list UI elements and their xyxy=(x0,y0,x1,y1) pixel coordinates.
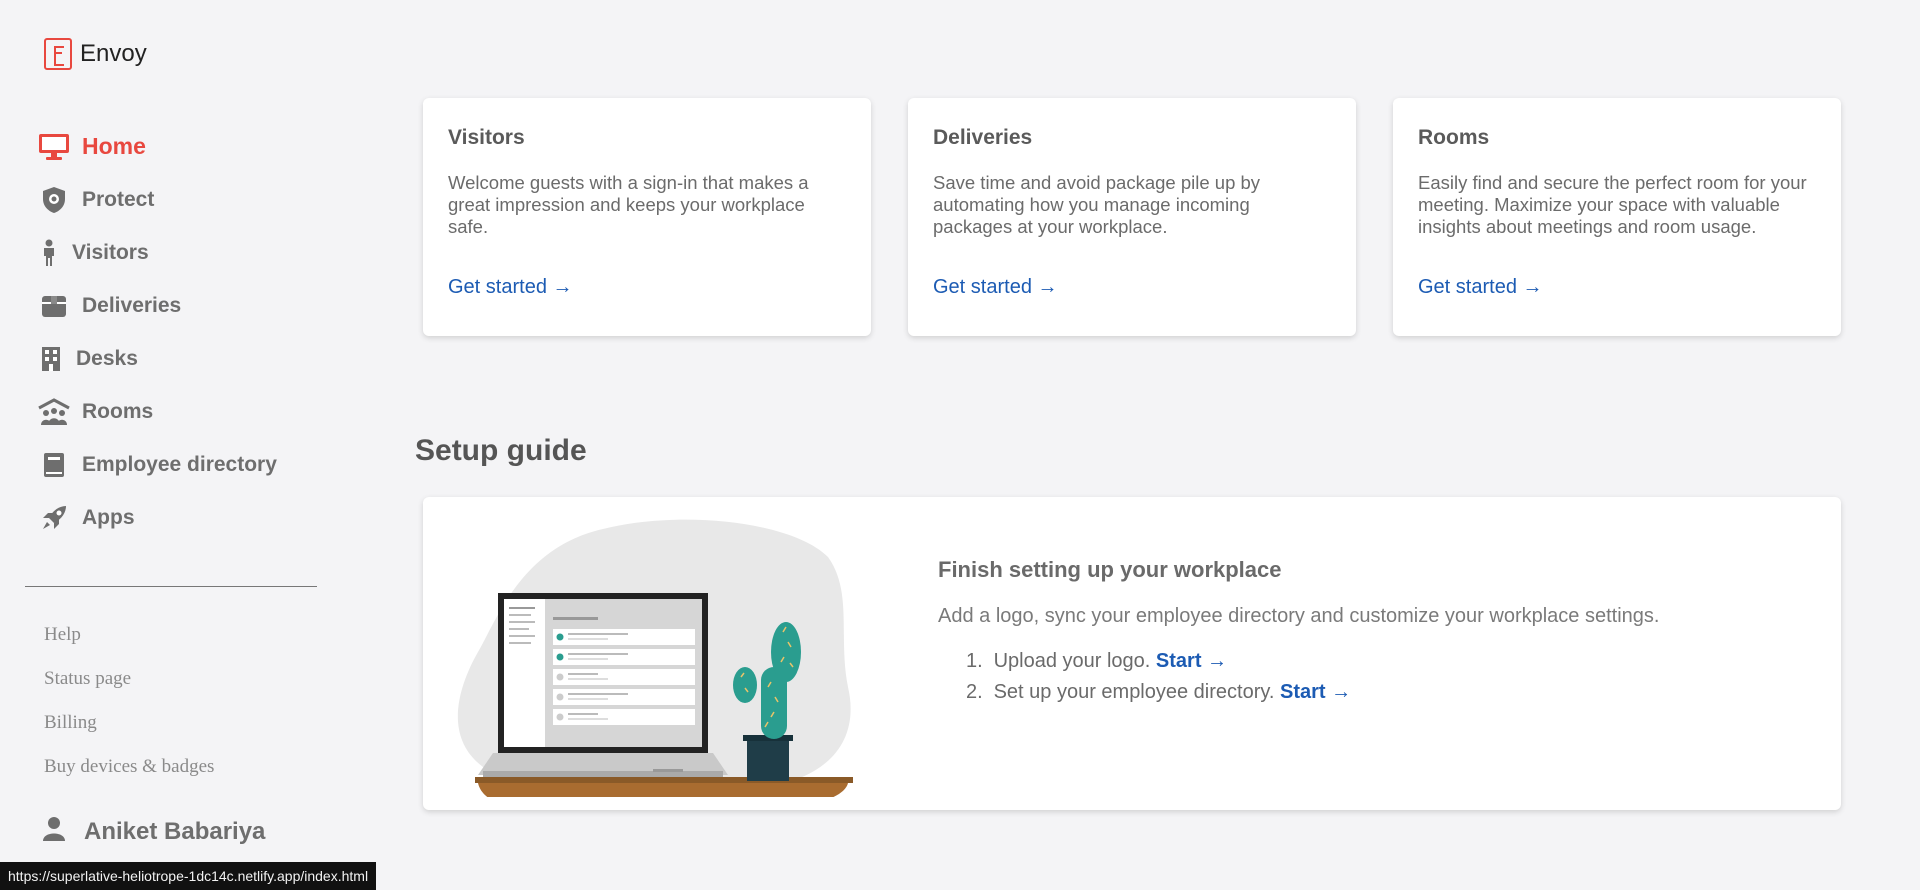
book-icon xyxy=(36,452,72,478)
employee-directory-start-link[interactable]: Start → xyxy=(1280,681,1351,703)
nav-item-protect[interactable]: Protect xyxy=(36,173,277,226)
card-description: Welcome guests with a sign-in that makes… xyxy=(448,172,809,237)
nav-label-rooms: Rooms xyxy=(82,399,154,423)
nav-item-employee-directory[interactable]: Employee directory xyxy=(36,438,277,491)
rocket-icon xyxy=(36,504,72,532)
status-page-link[interactable]: Status page xyxy=(44,668,214,712)
nav-label-desks: Desks xyxy=(76,346,138,370)
upload-logo-start-link[interactable]: Start → xyxy=(1156,650,1227,672)
nav-item-desks[interactable]: Desks xyxy=(36,332,277,385)
buy-devices-link[interactable]: Buy devices & badges xyxy=(44,756,214,800)
setup-guide-card: Finish setting up your workplace Add a l… xyxy=(423,497,1841,810)
nav-label-employee-directory: Employee directory xyxy=(82,452,277,476)
setup-body: Finish setting up your workplace Add a l… xyxy=(938,557,1798,712)
nav-label-apps: Apps xyxy=(82,505,135,529)
deliveries-card: Deliveries Save time and avoid package p… xyxy=(908,98,1356,336)
card-title: Rooms xyxy=(1418,126,1490,149)
main-nav: Home Protect Visitors Deliveries Desks R… xyxy=(36,120,277,544)
step-text: Upload your logo. xyxy=(993,650,1151,672)
sidebar-divider xyxy=(25,586,317,587)
billing-link[interactable]: Billing xyxy=(44,712,214,756)
user-icon xyxy=(42,816,66,847)
nav-item-apps[interactable]: Apps xyxy=(36,491,277,544)
status-bar-url: https://superlative-heliotrope-1dc14c.ne… xyxy=(0,862,377,890)
user-name: Aniket Babariya xyxy=(84,817,266,845)
get-started-link[interactable]: Get started → xyxy=(933,276,1058,298)
get-started-link[interactable]: Get started → xyxy=(1418,276,1543,298)
people-room-icon xyxy=(36,397,72,426)
visitors-card: Visitors Welcome guests with a sign-in t… xyxy=(423,98,871,336)
setup-description: Add a logo, sync your employee directory… xyxy=(938,605,1660,627)
nav-item-rooms[interactable]: Rooms xyxy=(36,385,277,438)
get-started-link[interactable]: Get started → xyxy=(448,276,573,298)
sidebar: Envoy Home Protect Visitors Deliveries D… xyxy=(0,0,340,890)
laptop-cactus-illustration xyxy=(453,517,883,807)
card-description: Save time and avoid package pile up by a… xyxy=(933,172,1261,237)
nav-label-home: Home xyxy=(82,133,146,159)
rooms-card: Rooms Easily find and secure the perfect… xyxy=(1393,98,1841,336)
step-text: Set up your employee directory. xyxy=(993,681,1275,703)
envoy-logo[interactable]: Envoy xyxy=(44,38,147,70)
nav-label-visitors: Visitors xyxy=(72,240,149,264)
setup-steps: 1. Upload your logo. Start → 2. Set up y… xyxy=(938,650,1798,712)
nav-item-home[interactable]: Home xyxy=(36,120,277,173)
nav-item-deliveries[interactable]: Deliveries xyxy=(36,279,277,332)
footer-links: Help Status page Billing Buy devices & b… xyxy=(44,624,214,800)
step-number: 2. xyxy=(966,681,983,703)
nav-label-protect: Protect xyxy=(82,187,155,211)
shield-icon xyxy=(36,186,72,214)
setup-guide-title: Setup guide xyxy=(415,434,587,467)
setup-step: 1. Upload your logo. Start → xyxy=(966,650,1798,681)
brand-name: Envoy xyxy=(80,40,147,67)
card-title: Deliveries xyxy=(933,126,1033,149)
card-title: Visitors xyxy=(448,126,525,149)
package-icon xyxy=(36,294,72,318)
step-number: 1. xyxy=(966,650,983,672)
envoy-logo-icon xyxy=(44,38,72,70)
help-link[interactable]: Help xyxy=(44,624,214,668)
person-icon xyxy=(36,239,62,267)
card-description: Easily find and secure the perfect room … xyxy=(1418,172,1807,237)
setup-heading: Finish setting up your workplace xyxy=(938,557,1282,582)
nav-item-visitors[interactable]: Visitors xyxy=(36,226,277,279)
setup-step: 2. Set up your employee directory. Start… xyxy=(966,681,1798,712)
user-menu[interactable]: Aniket Babariya xyxy=(42,816,265,847)
nav-label-deliveries: Deliveries xyxy=(82,293,182,317)
monitor-icon xyxy=(36,133,72,161)
building-icon xyxy=(36,346,66,372)
